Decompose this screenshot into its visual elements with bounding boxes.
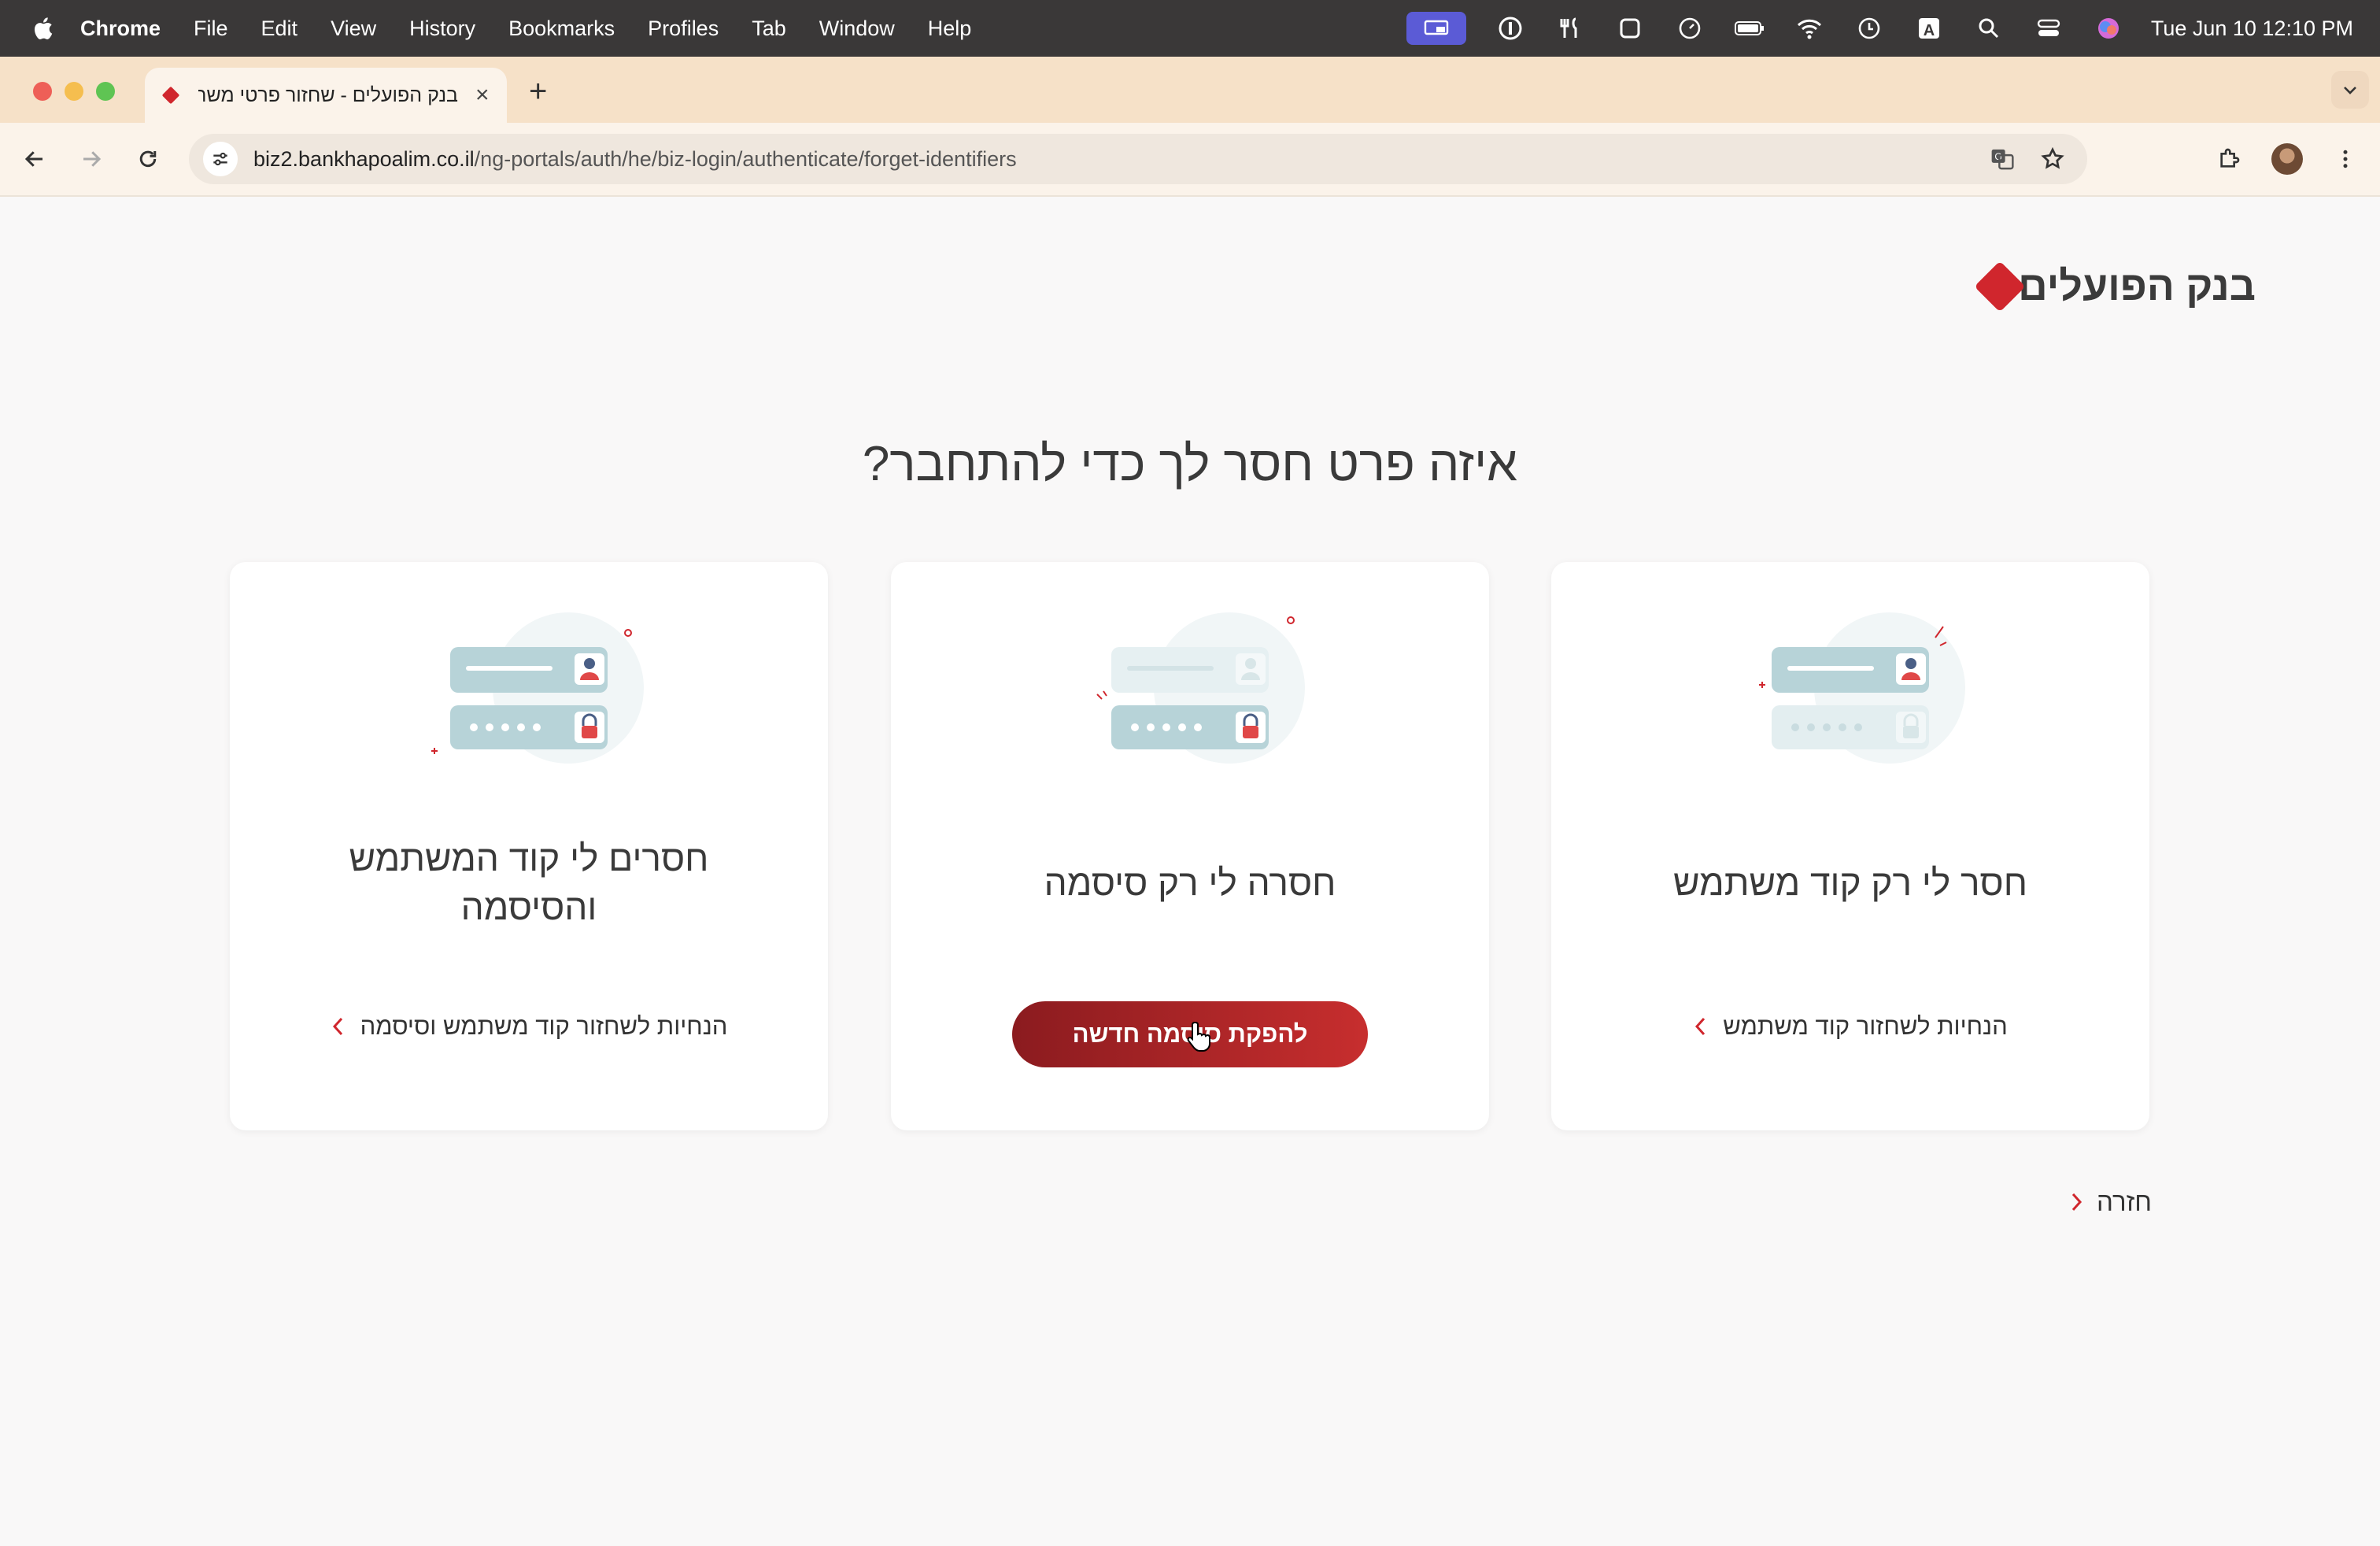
window-maximize-button[interactable] — [96, 82, 115, 101]
card-title: חסרה לי רק סיסמה — [1044, 862, 1336, 903]
back-arrow-icon[interactable] — [16, 140, 54, 178]
menu-tab[interactable]: Tab — [752, 17, 786, 41]
back-label: חזרה — [2097, 1187, 2152, 1216]
input-source-icon[interactable]: A — [1913, 13, 1945, 44]
menu-app-chrome[interactable]: Chrome — [80, 17, 161, 41]
forgot-username-link[interactable]: הנחיות לשחזור קוד משתמש — [1551, 1012, 2149, 1041]
menubar-clock[interactable]: Tue Jun 10 12:10 PM — [2151, 17, 2353, 41]
time-machine-icon[interactable] — [1853, 13, 1885, 44]
link-label: הנחיות לשחזור קוד משתמש — [1723, 1012, 2008, 1040]
control-center-icon[interactable] — [2033, 13, 2064, 44]
back-link[interactable]: חזרה — [2070, 1187, 2152, 1217]
extensions-puzzle-icon[interactable] — [2210, 140, 2248, 178]
site-info-icon[interactable] — [203, 142, 238, 176]
menu-window[interactable]: Window — [819, 17, 895, 41]
forward-arrow-icon[interactable] — [72, 140, 110, 178]
window-minimize-button[interactable] — [65, 82, 83, 101]
password-manager-icon[interactable] — [1495, 13, 1526, 44]
menu-history[interactable]: History — [409, 17, 475, 41]
password-missing-illustration-icon — [1096, 612, 1305, 764]
menu-help[interactable]: Help — [928, 17, 972, 41]
menu-file[interactable]: File — [194, 17, 228, 41]
timer-icon[interactable] — [1674, 13, 1706, 44]
chevron-left-icon — [332, 1017, 342, 1036]
utensils-icon[interactable] — [1554, 13, 1586, 44]
browser-tabstrip: בנק הפועלים - שחזור פרטי משתמש × + — [0, 57, 2380, 123]
more-menu-icon[interactable] — [2326, 140, 2364, 178]
status-area: A Tue Jun 10 12:10 PM — [1406, 0, 2353, 57]
chevron-left-icon — [1695, 1017, 1706, 1036]
both-missing-illustration-icon — [431, 612, 644, 764]
profile-avatar[interactable] — [2268, 140, 2306, 178]
translate-icon[interactable]: G — [1983, 140, 2021, 178]
card-title: חסרים לי קוד המשתמש והסיסמה — [349, 838, 709, 927]
reload-icon[interactable] — [129, 140, 167, 178]
forgot-both-link[interactable]: הנחיות לשחזור קוד משתמש וסיסמה — [230, 1012, 828, 1041]
tab-title: בנק הפועלים - שחזור פרטי משתמש — [198, 83, 458, 106]
svg-text:G: G — [1994, 151, 2001, 162]
hand-pointer-cursor-icon — [1187, 1022, 1210, 1052]
bank-favicon-icon — [159, 83, 183, 107]
tab-close-icon[interactable]: × — [475, 82, 490, 109]
browser-toolbar: biz2.bankhapoalim.co.il/ng-portals/auth/… — [0, 123, 2380, 197]
browser-tab-active[interactable]: בנק הפועלים - שחזור פרטי משתמש × — [145, 68, 507, 123]
bank-logo[interactable]: בנק הפועלים — [1960, 261, 2256, 313]
card-forgot-username[interactable]: חסר לי רק קוד משתמש הנחיות לשחזור קוד מש… — [1551, 562, 2149, 1130]
apple-logo-icon[interactable] — [31, 16, 55, 41]
chevron-down-icon — [2344, 87, 2356, 94]
svg-text:A: A — [1924, 22, 1935, 39]
screen-share-icon[interactable] — [1406, 12, 1466, 45]
spotlight-search-icon[interactable] — [1973, 13, 2005, 44]
macos-menubar: Chrome File Edit View History Bookmarks … — [0, 0, 2380, 57]
menu-view[interactable]: View — [331, 17, 376, 41]
url-text[interactable]: biz2.bankhapoalim.co.il/ng-portals/auth/… — [253, 147, 1017, 172]
chevron-right-icon — [2071, 1193, 2082, 1211]
window-close-button[interactable] — [33, 82, 52, 101]
tab-search-button[interactable] — [2331, 71, 2369, 109]
url-host: biz2.bankhapoalim.co.il — [253, 146, 475, 171]
link-label: הנחיות לשחזור קוד משתמש וסיסמה — [360, 1012, 728, 1040]
card-title: חסר לי רק קוד משתמש — [1673, 862, 2027, 903]
battery-icon[interactable] — [1734, 13, 1765, 44]
menu-bookmarks[interactable]: Bookmarks — [508, 17, 615, 41]
bank-name: בנק הפועלים — [2018, 264, 2256, 309]
card-forgot-both[interactable]: חסרים לי קוד המשתמש והסיסמה הנחיות לשחזו… — [230, 562, 828, 1130]
menu-edit[interactable]: Edit — [261, 17, 298, 41]
wifi-icon[interactable] — [1794, 13, 1825, 44]
url-path: /ng-portals/auth/he/biz-login/authentica… — [474, 146, 1017, 171]
bookmark-star-icon[interactable] — [2034, 140, 2071, 178]
address-bar[interactable]: biz2.bankhapoalim.co.il/ng-portals/auth/… — [189, 134, 2087, 184]
square-app-icon[interactable] — [1614, 13, 1646, 44]
page-title: איזה פרט חסר לך כדי להתחבר? — [862, 437, 1518, 491]
username-missing-illustration-icon — [1759, 612, 1965, 764]
window-controls — [33, 82, 128, 101]
menu-profiles[interactable]: Profiles — [648, 17, 719, 41]
new-tab-button[interactable]: + — [529, 74, 547, 109]
siri-icon[interactable] — [2093, 13, 2124, 44]
